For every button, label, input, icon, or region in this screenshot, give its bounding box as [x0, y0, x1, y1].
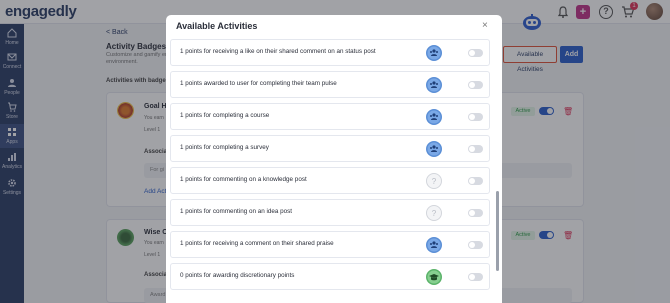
activity-text: 1 points for receiving a comment on thei… [180, 240, 334, 247]
activity-row[interactable]: 1 points for commenting on a knowledge p… [170, 167, 490, 194]
activity-toggle[interactable] [468, 273, 483, 281]
activity-toggle[interactable] [468, 113, 483, 121]
activity-text: 1 points for completing a survey [180, 144, 269, 151]
activity-row[interactable]: 1 points awarded to user for completing … [170, 71, 490, 98]
activity-text: 1 points for commenting on a knowledge p… [180, 176, 307, 183]
activity-text: 1 points for commenting on an idea post [180, 208, 293, 215]
available-activities-modal: Available Activities × 1 points for rece… [166, 15, 502, 303]
activity-list: 1 points for receiving a like on their s… [166, 39, 502, 303]
activity-toggle[interactable] [468, 81, 483, 89]
question-icon: ? [426, 205, 442, 221]
people-icon [426, 77, 442, 93]
svg-text:?: ? [432, 209, 437, 218]
activity-text: 0 points for awarding discretionary poin… [180, 272, 295, 279]
activity-text: 1 points awarded to user for completing … [180, 80, 337, 87]
activity-text: 1 points for receiving a like on their s… [180, 48, 376, 55]
activity-row[interactable]: 0 points for awarding discretionary poin… [170, 263, 490, 290]
svg-text:?: ? [432, 177, 437, 186]
activity-toggle[interactable] [468, 145, 483, 153]
activity-row[interactable]: 1 points for commenting on an idea post … [170, 199, 490, 226]
activity-row[interactable]: 1 points for completing a survey [170, 135, 490, 162]
activity-toggle[interactable] [468, 49, 483, 57]
people-icon [426, 109, 442, 125]
close-icon[interactable]: × [482, 20, 488, 31]
activity-row[interactable]: 1 points for receiving a like on their s… [170, 39, 490, 66]
question-icon: ? [426, 173, 442, 189]
people-icon [426, 45, 442, 61]
activity-row[interactable]: 1 points for completing a course [170, 103, 490, 130]
activity-text: 1 points for completing a course [180, 112, 270, 119]
scrollbar-thumb[interactable] [496, 191, 499, 271]
activity-toggle[interactable] [468, 177, 483, 185]
activity-toggle[interactable] [468, 241, 483, 249]
activity-row[interactable]: 1 points for receiving a comment on thei… [170, 231, 490, 258]
modal-header: Available Activities × [166, 15, 502, 39]
graduation-cap-icon [426, 269, 442, 285]
activity-toggle[interactable] [468, 209, 483, 217]
people-icon [426, 237, 442, 253]
people-icon [426, 141, 442, 157]
modal-title: Available Activities [176, 21, 258, 31]
